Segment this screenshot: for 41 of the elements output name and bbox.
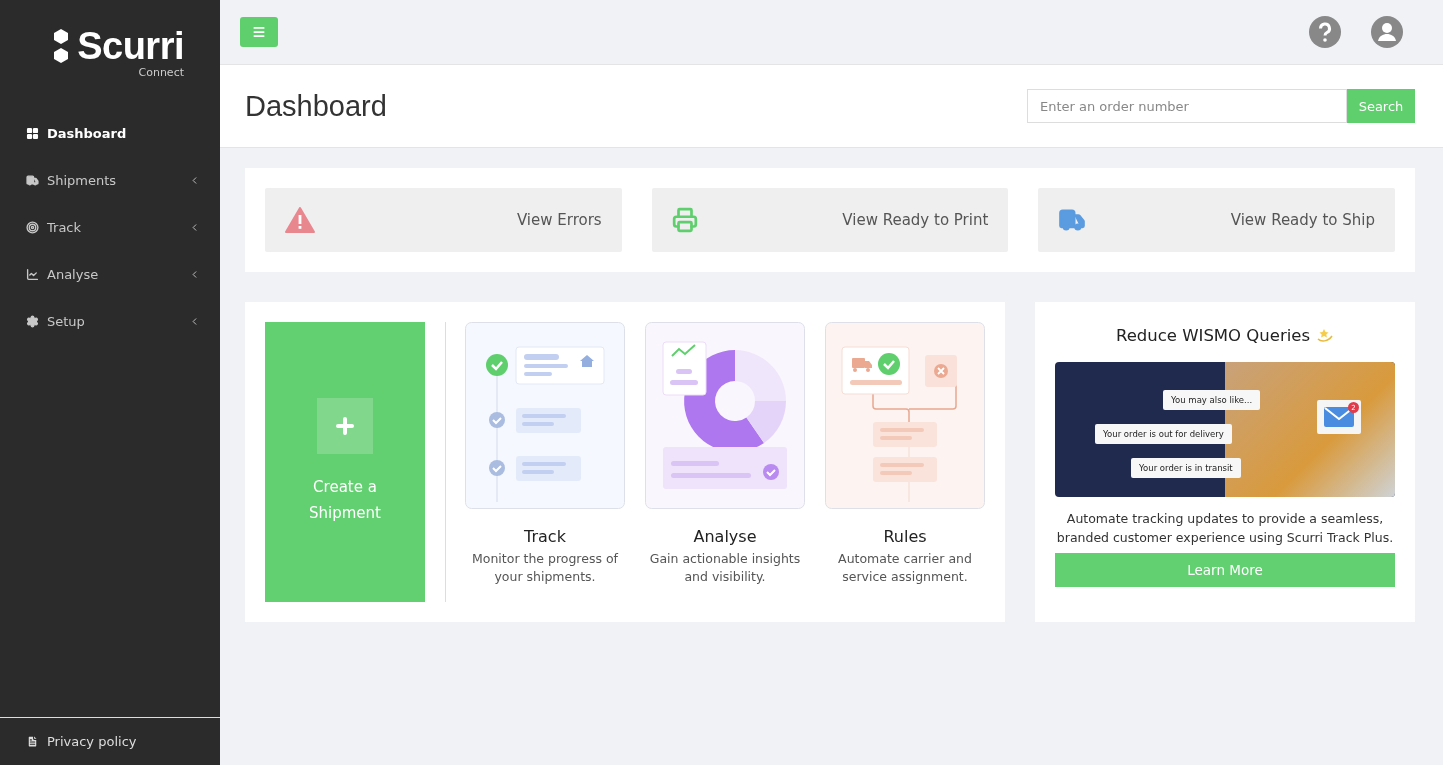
nav-item[interactable]: Analyse [0, 251, 220, 298]
order-search-field[interactable]: Enter an order number [1027, 89, 1347, 123]
printer-icon [671, 207, 698, 233]
message-bubble: Your order is in transit [1131, 458, 1241, 478]
message-bubble: Your order is out for delivery [1095, 424, 1232, 444]
nav-item[interactable]: Setup [0, 298, 220, 345]
logo-subtitle: Connect [138, 66, 184, 79]
message-bubble: You may also like... [1163, 390, 1261, 410]
quick-action-tile[interactable]: View Ready to Ship [1038, 188, 1395, 252]
menu-icon [252, 25, 266, 39]
nav-item[interactable]: Track [0, 204, 220, 251]
create-shipment-label: Create a Shipment [308, 477, 382, 524]
truck-icon [26, 174, 39, 187]
promo-title: Reduce WISMO Queries [1115, 325, 1311, 345]
promo-text: Automate tracking updates to provide a seamless, branded customer experience using Scurri Track Plus. [1055, 510, 1395, 547]
line-chart-icon [26, 268, 39, 281]
grid-icon [26, 127, 39, 140]
sparkle-star-icon [1316, 327, 1335, 343]
quick-action-tile[interactable]: View Ready to Print [651, 188, 1009, 252]
envelope-icon [1324, 407, 1354, 427]
feature-description: Gain actionable insights and visibility. [648, 550, 802, 586]
nav-item[interactable]: Dashboard [0, 110, 220, 157]
help-icon[interactable] [1309, 16, 1341, 48]
nav-item[interactable]: Shipments [0, 157, 220, 204]
user-icon[interactable] [1371, 16, 1403, 48]
quick-action-tile[interactable]: View Errors [265, 188, 622, 252]
warning-icon [285, 207, 315, 233]
feature-title: Rules [883, 527, 927, 546]
document-icon [26, 735, 39, 748]
feature-description: Automate carrier and service assignment. [837, 550, 973, 586]
settings-icon [26, 315, 39, 328]
page-title: Dashboard [245, 89, 387, 123]
target-icon [26, 221, 39, 234]
logo-text: Scurri [77, 26, 184, 66]
privacy-policy-link[interactable]: Privacy policy [0, 717, 220, 765]
plus-icon [317, 398, 373, 454]
feature-description: Monitor the progress of your shipments. [471, 550, 619, 586]
logo-icon [53, 29, 70, 63]
menu-button[interactable] [240, 17, 278, 47]
feature-title: Analyse [693, 527, 757, 546]
feature-title: Track [524, 527, 566, 546]
